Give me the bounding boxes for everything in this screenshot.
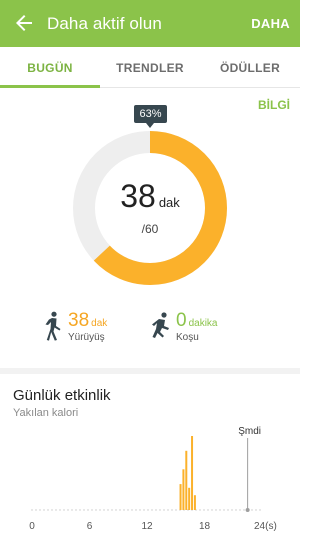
chart-bar <box>193 495 196 510</box>
active-minutes-goal: /60 <box>141 222 159 236</box>
chart-bar <box>191 436 194 510</box>
running-person-icon <box>152 312 169 338</box>
active-minutes-unit: dak <box>158 195 180 210</box>
baseline-dot <box>119 509 121 511</box>
baseline-dot <box>175 509 177 511</box>
baseline-dot <box>51 509 53 511</box>
info-button[interactable]: BİLGİ <box>258 98 290 112</box>
baseline-dot <box>223 509 225 511</box>
baseline-dot <box>75 509 77 511</box>
baseline-dot <box>91 509 93 511</box>
x-tick-label: 18 <box>199 521 211 532</box>
baseline-dot <box>211 509 213 511</box>
baseline-dot <box>39 509 41 511</box>
baseline-dot <box>111 509 113 511</box>
baseline-dot <box>35 509 37 511</box>
baseline-dot <box>159 509 161 511</box>
running-label: Koşu <box>176 332 199 343</box>
baseline-dot <box>135 509 137 511</box>
baseline-dot <box>55 509 57 511</box>
baseline-dot <box>147 509 149 511</box>
baseline-dot <box>107 509 109 511</box>
baseline-dot <box>83 509 85 511</box>
calorie-chart: 0 6 12 18 24(s) Şmdi <box>29 426 277 532</box>
baseline-dot <box>103 509 105 511</box>
baseline-dot <box>31 509 33 511</box>
baseline-dot <box>203 509 205 511</box>
tab-indicator <box>0 85 100 88</box>
walking-person-icon <box>45 311 61 341</box>
section-divider <box>0 368 300 374</box>
baseline-dot <box>123 509 125 511</box>
baseline-dot <box>71 509 73 511</box>
baseline-dot <box>215 509 217 511</box>
baseline-dot <box>219 509 221 511</box>
tab-today[interactable]: BUGÜN <box>0 47 100 88</box>
chart-bar <box>182 469 185 510</box>
x-tick-label: 0 <box>29 521 35 532</box>
baseline-dot <box>255 509 257 511</box>
page-title: Daha aktif olun <box>47 14 162 33</box>
baseline-dot <box>95 509 97 511</box>
chart-bar <box>179 484 182 510</box>
x-tick-label: 24(s) <box>254 521 277 532</box>
chart-baseline-dots <box>31 509 261 511</box>
baseline-dot <box>115 509 117 511</box>
now-marker-dot <box>245 508 250 512</box>
baseline-dot <box>87 509 89 511</box>
baseline-dot <box>231 509 233 511</box>
baseline-dot <box>239 509 241 511</box>
percent-badge: 63% <box>134 105 167 128</box>
baseline-dot <box>59 509 61 511</box>
chart-bar <box>188 487 191 510</box>
baseline-dot <box>47 509 49 511</box>
baseline-dot <box>63 509 65 511</box>
baseline-dot <box>259 509 261 511</box>
x-tick-label: 12 <box>141 521 153 532</box>
baseline-dot <box>143 509 145 511</box>
more-button[interactable]: DAHA <box>251 16 290 31</box>
baseline-dot <box>131 509 133 511</box>
baseline-dot <box>67 509 69 511</box>
baseline-dot <box>139 509 141 511</box>
baseline-dot <box>171 509 173 511</box>
x-tick-label: 6 <box>87 521 93 532</box>
baseline-dot <box>43 509 45 511</box>
tab-trends[interactable]: TRENDLER <box>100 47 200 88</box>
daily-activity-title: Günlük etkinlik <box>13 387 111 404</box>
tab-rewards[interactable]: ÖDÜLLER <box>200 47 300 88</box>
running-minutes: 0 dakika <box>176 310 218 331</box>
baseline-dot <box>227 509 229 511</box>
walking-minutes: 38 dak <box>68 310 108 331</box>
tab-bar: BUGÜN TRENDLER ÖDÜLLER <box>0 47 300 88</box>
walking-label: Yürüyüş <box>68 332 105 343</box>
arrow-left-icon[interactable] <box>12 11 36 35</box>
baseline-dot <box>127 509 129 511</box>
active-minutes: 38 dak <box>72 178 228 215</box>
baseline-dot <box>199 509 201 511</box>
chart-bar <box>185 450 188 510</box>
baseline-dot <box>163 509 165 511</box>
app-bar: Daha aktif olun DAHA <box>0 0 300 47</box>
baseline-dot <box>251 509 253 511</box>
active-minutes-value: 38 <box>120 178 156 214</box>
baseline-dot <box>155 509 157 511</box>
baseline-dot <box>207 509 209 511</box>
baseline-dot <box>167 509 169 511</box>
baseline-dot <box>151 509 153 511</box>
baseline-dot <box>243 509 245 511</box>
baseline-dot <box>99 509 101 511</box>
baseline-dot <box>235 509 237 511</box>
baseline-dot <box>79 509 81 511</box>
now-label: Şmdi <box>238 426 261 437</box>
